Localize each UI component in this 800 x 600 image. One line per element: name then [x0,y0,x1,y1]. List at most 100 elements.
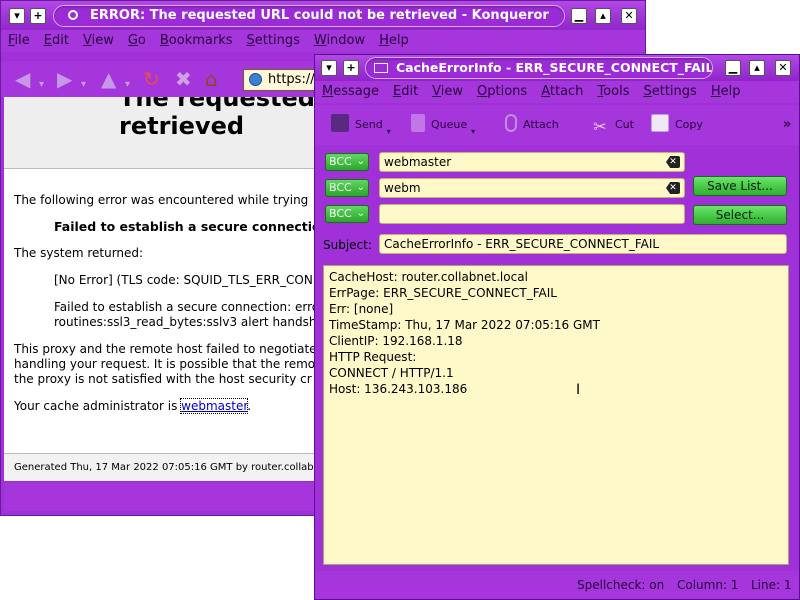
attach-label: Attach [523,118,559,131]
subject-label: Subject: [323,238,372,252]
column-status: Column: 1 [677,578,739,592]
composer-title-text: CacheErrorInfo - ERR_SECURE_CONNECT_FAIL… [396,60,713,75]
webmaster-link[interactable]: webmaster [180,398,249,414]
queue-dropdown-icon[interactable]: ▾ [471,127,475,136]
konqueror-menubar: File Edit View Go Bookmarks Settings Window Hel… [1,30,645,52]
line-status: Line: 1 [751,578,792,592]
recipient-type-value: BCC [329,181,352,194]
body-line: CONNECT / HTTP/1.1 [329,366,454,380]
copy-button[interactable]: Copy [651,113,703,137]
menu-options[interactable]: Options [470,81,534,103]
explanation-line1: This proxy and the remote host failed to… [14,342,317,356]
recipient-type-select[interactable]: BCC ⌄ [325,153,369,171]
menu-tools[interactable]: Tools [590,81,636,103]
subject-field[interactable]: CacheErrorInfo - ERR_SECURE_CONNECT_FAIL [379,234,787,254]
explanation-line2: handling your request. It is possible th… [14,357,316,371]
clear-field-icon[interactable]: ✕ [666,156,680,168]
recipient-value: webm [384,181,421,195]
save-list-button[interactable]: Save List... [693,176,787,196]
select-button[interactable]: Select... [693,205,787,225]
menu-view[interactable]: View [425,81,470,103]
explanation-line3: the proxy is not satisfied with the host… [14,372,312,386]
text-cursor-icon: I [576,382,581,398]
konqueror-titlebar[interactable]: ▾ + ERROR: The requested URL could not b… [1,1,645,31]
menu-window[interactable]: Window [307,30,372,52]
menu-view[interactable]: View [76,30,121,52]
menu-help[interactable]: Help [704,81,748,103]
body-line: HTTP Request: [329,350,417,364]
admin-text: Your cache administrator is webmaster. [14,398,252,414]
recipient-field[interactable]: webmaster ✕ [379,152,685,172]
detail-line1: Failed to establish a secure connection:… [54,300,320,314]
composer-statusbar: Spellcheck: on Column: 1 Line: 1 [315,571,799,599]
back-dropdown-icon[interactable]: ▾ [39,75,44,95]
toolbar-overflow-button[interactable]: » [783,113,791,137]
intro-text: The following error was encountered whil… [14,193,309,207]
recipient-value: webmaster [384,155,452,169]
scissors-icon: ✂ [593,117,607,136]
menu-attach[interactable]: Attach [534,81,590,103]
composer-app-icon [374,63,388,73]
recipient-type-value: BCC [329,207,352,220]
menu-settings[interactable]: Settings [240,30,307,52]
body-line: ErrPage: ERR_SECURE_CONNECT_FAIL [329,286,557,300]
admin-prefix: Your cache administrator is [14,399,178,413]
composer-window: ▾ + CacheErrorInfo - ERR_SECURE_CONNECT_… [314,54,800,600]
close-button[interactable]: ✕ [621,8,637,24]
send-button[interactable]: Send ▾ [331,113,391,137]
composer-close-button[interactable]: ✕ [775,60,791,76]
error-title: Failed to establish a secure connection [54,219,330,234]
menu-edit[interactable]: Edit [386,81,425,103]
queue-button[interactable]: Queue▾ [411,113,475,137]
menu-file[interactable]: File [1,30,37,52]
recipient-field[interactable]: webm ✕ [379,178,685,198]
queue-label: Queue [431,118,468,131]
admin-suffix: . [247,399,252,413]
up-arrow-icon[interactable]: ▲ [101,69,116,89]
title-dot-icon [68,10,78,20]
window-menu-button[interactable]: ▾ [9,8,25,24]
menu-settings[interactable]: Settings [636,81,703,103]
forward-dropdown-icon[interactable]: ▾ [81,75,86,95]
composer-toolbar: Send▾ Queue▾ Attach ✂ Cut Copy » [315,105,799,145]
chevron-down-icon: ⌄ [356,208,365,219]
chevron-down-icon: ⌄ [356,182,365,193]
paperclip-icon [505,114,517,132]
stop-icon[interactable]: ✖ [175,69,192,89]
forward-arrow-icon[interactable]: ▶ [57,69,72,89]
body-line: ClientIP: 192.168.1.18 [329,334,463,348]
attach-button[interactable]: Attach [505,113,559,137]
reload-icon[interactable]: ↻ [143,69,160,89]
send-dropdown-icon[interactable]: ▾ [387,127,391,136]
composer-menubar: Message Edit View Options Attach Tools Setting… [315,81,799,103]
minimize-button[interactable]: ▁ [571,8,587,24]
copy-icon [651,114,669,132]
recipient-field[interactable] [379,204,685,224]
recipient-type-select[interactable]: BCC ⌄ [325,179,369,197]
cut-button[interactable]: ✂ Cut [591,113,634,137]
menu-go[interactable]: Go [121,30,153,52]
composer-keep-above-button[interactable]: + [343,60,359,76]
globe-icon [249,73,262,86]
composer-minimize-button[interactable]: ▁ [725,60,741,76]
maximize-button[interactable]: ▴ [595,8,611,24]
page-heading-line2: retrieved [119,112,245,140]
menu-message[interactable]: Message [315,81,386,103]
menu-edit[interactable]: Edit [37,30,76,52]
body-line: Host: 136.243.103.186 [329,382,468,396]
keep-above-button[interactable]: + [30,8,46,24]
body-line: Err: [none] [329,302,394,316]
home-icon[interactable]: ⌂ [205,69,218,89]
composer-title: CacheErrorInfo - ERR_SECURE_CONNECT_FAIL… [365,57,713,79]
menu-help[interactable]: Help [372,30,416,52]
clear-field-icon[interactable]: ✕ [666,182,680,194]
back-arrow-icon[interactable]: ◀ [15,69,30,89]
up-dropdown-icon[interactable]: ▾ [125,75,130,95]
message-body[interactable]: CacheHost: router.collabnet.local ErrPag… [323,265,789,565]
composer-window-menu-button[interactable]: ▾ [321,60,337,76]
composer-titlebar[interactable]: ▾ + CacheErrorInfo - ERR_SECURE_CONNECT_… [315,55,799,81]
composer-maximize-button[interactable]: ▴ [749,60,765,76]
recipient-type-select[interactable]: BCC ⌄ [325,205,369,223]
menu-bookmarks[interactable]: Bookmarks [153,30,240,52]
send-icon [331,114,349,132]
